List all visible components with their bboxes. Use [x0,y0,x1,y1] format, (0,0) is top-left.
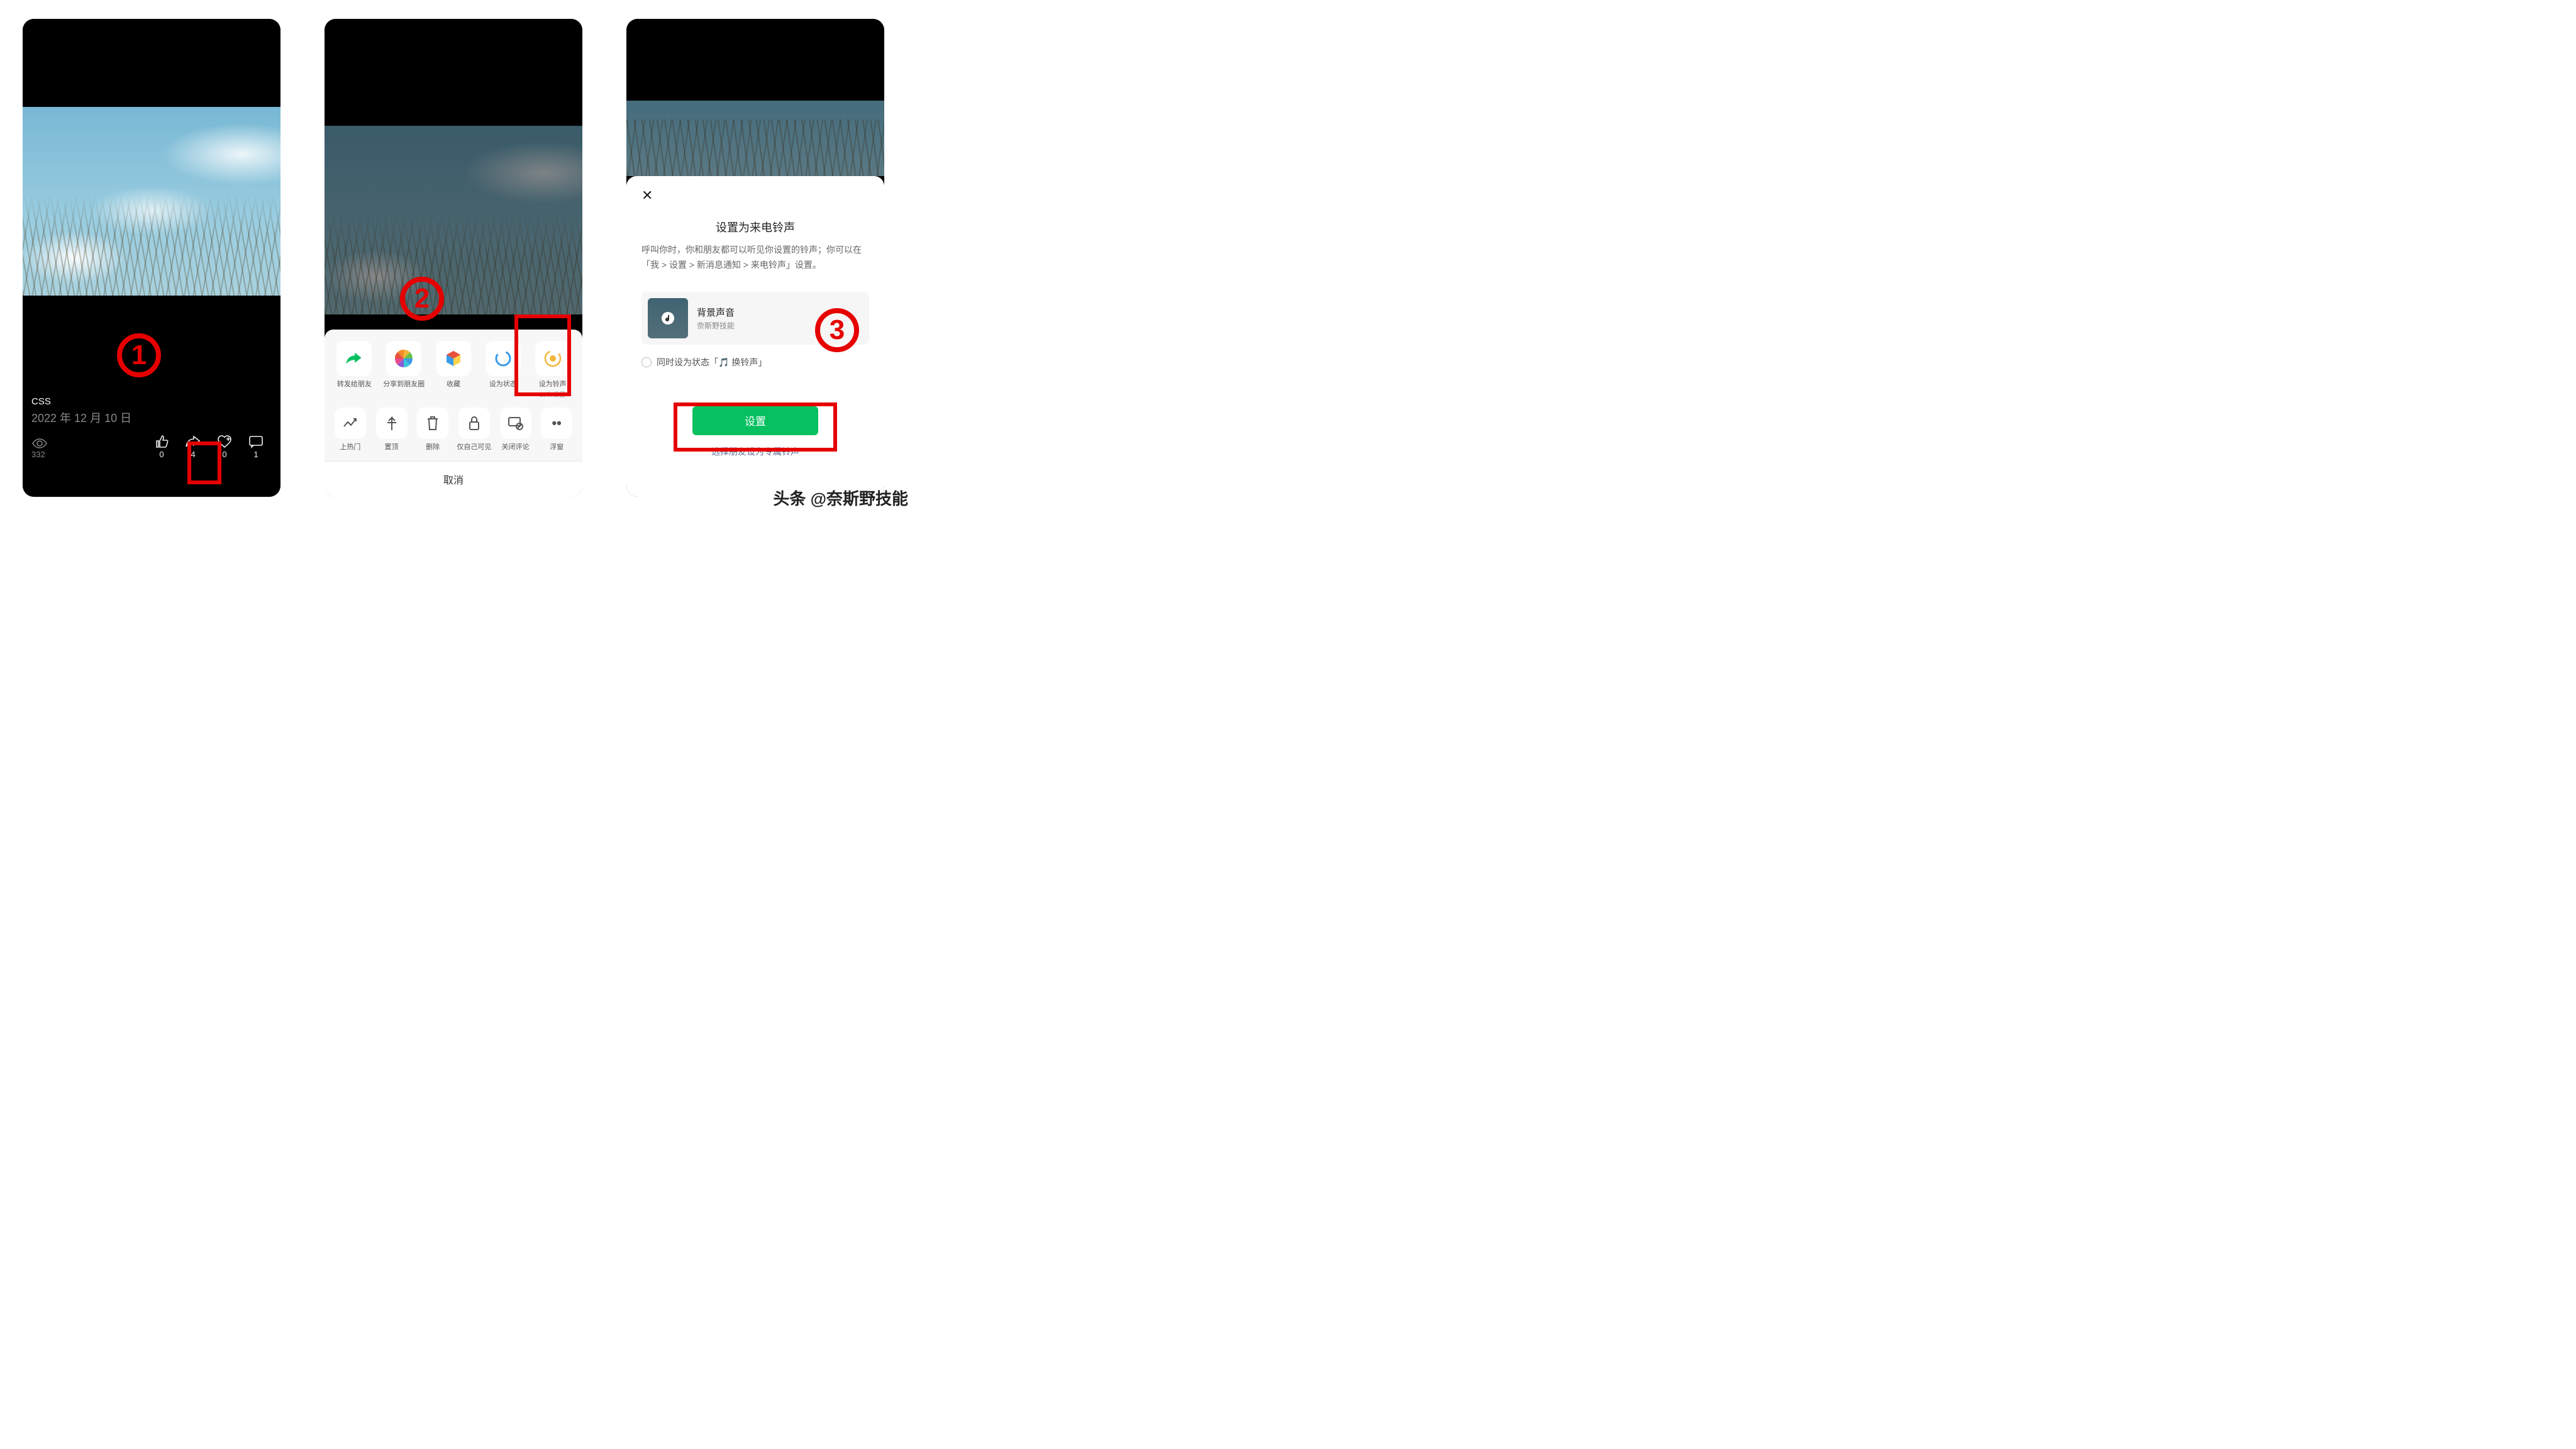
sheet-float[interactable]: •• 浮窗 [538,408,575,452]
like-button[interactable]: 0 [146,435,177,459]
blackbar-top [626,19,884,101]
sheet-private[interactable]: 仅自己可见 [456,408,492,452]
more-icon: •• [541,408,572,439]
screenshot-1: CSS 2022 年 12 月 10 日 332 0 4 0 [23,19,280,497]
video-date: 2022 年 12 月 10 日 [31,409,272,426]
blackbar-top [325,19,582,126]
sheet-delete[interactable]: 删除 [414,408,451,452]
trash-icon [417,408,448,439]
music-note-icon [661,311,675,325]
step-marker-1: 1 [117,333,161,377]
pin-icon [376,408,408,439]
comment-button[interactable]: 1 [240,435,272,459]
watermark: 头条 @奈斯野技能 [773,486,908,509]
blackbar-top [23,19,280,107]
sheet-moments[interactable]: 分享到朋友圈 [382,341,426,399]
sound-title: 背景声音 [697,306,735,319]
highlight-box-share [187,441,221,484]
video-title: CSS [31,396,272,407]
trend-icon [335,408,366,439]
video-preview-dimmed [626,101,884,176]
sheet-forward[interactable]: 转发给朋友 [332,341,377,399]
sound-author: 奈斯野技能 [697,320,735,331]
sheet-favorite[interactable]: 收藏 [431,341,476,399]
cube-icon [436,341,471,376]
cancel-button[interactable]: 取消 [325,461,582,497]
screenshot-3: ✕ 设置为来电铃声 呼叫你时，你和朋友都可以听见你设置的铃声；你可以在「我 > … [626,19,884,497]
moments-icon [386,341,421,376]
video-preview-dimmed [325,126,582,314]
panel-heading: 设置为来电铃声 [641,219,869,235]
sound-thumb [648,298,688,338]
radio-icon [641,357,652,367]
video-preview[interactable] [23,107,280,296]
no-comment-icon [500,408,531,439]
sheet-close-comment[interactable]: 关闭评论 [497,408,534,452]
share-arrow-icon [345,350,364,367]
step-marker-3: 3 [815,308,859,352]
screenshot-2: 转发给朋友 分享到朋友圈 收藏 [325,19,582,497]
sheet-pin[interactable]: 置顶 [374,408,410,452]
step-marker-2: 2 [400,277,444,321]
sheet-hot[interactable]: 上热门 [332,408,369,452]
comment-icon [248,435,264,448]
highlight-box-ringtone [514,314,571,396]
close-button[interactable]: ✕ [641,187,869,204]
panel-description: 呼叫你时，你和朋友都可以听见你设置的铃声；你可以在「我 > 设置 > 新消息通知… [641,243,869,273]
highlight-box-confirm [674,402,837,452]
lock-icon [458,408,490,439]
view-count: 332 [31,438,146,459]
thumbs-up-icon [154,435,169,448]
video-meta-area: CSS 2022 年 12 月 10 日 332 0 4 0 [23,296,280,497]
sheet-row-2: 上热门 置顶 删除 仅自己可见 关闭评论 [331,408,576,452]
eye-icon [31,438,48,448]
also-status-checkbox[interactable]: 同时设为状态「🎵 换铃声」 [641,356,869,369]
